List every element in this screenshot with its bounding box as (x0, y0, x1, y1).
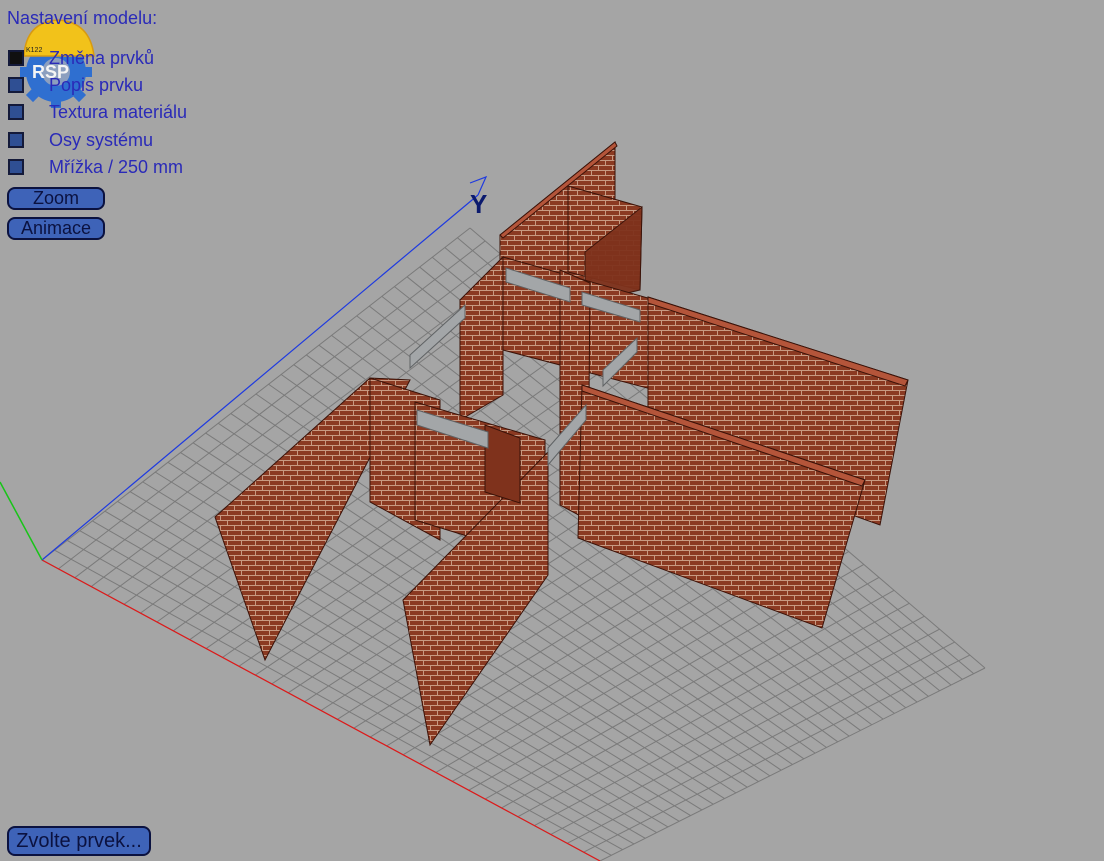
wall-left-middle (459, 255, 504, 421)
option-grid[interactable]: Mřížka / 250 mm (8, 157, 183, 177)
element-description-label: Popis prvku (49, 74, 144, 95)
panel-title: Nastavení modelu: (7, 8, 158, 28)
choose-element-button[interactable]: Zvolte prvek... (7, 826, 151, 856)
wall-inner-side (484, 424, 521, 504)
viewport-3d[interactable]: Y (0, 0, 1104, 861)
element-description-checkbox[interactable] (8, 77, 24, 93)
change-elements-label: Změna prvků (49, 47, 155, 68)
animation-button[interactable]: Animace (7, 217, 105, 240)
option-change-elements[interactable]: Změna prvků (8, 48, 154, 68)
option-material-texture[interactable]: Textura materiálu (8, 102, 187, 122)
grid-line (599, 667, 986, 861)
grid-line (517, 602, 910, 818)
axis-z-line (0, 481, 43, 561)
grid-line (583, 654, 971, 853)
grid-line (566, 641, 955, 844)
material-texture-checkbox[interactable] (8, 104, 24, 120)
zoom-button[interactable]: Zoom (7, 187, 105, 210)
option-element-description[interactable]: Popis prvku (8, 75, 143, 95)
change-elements-checkbox[interactable] (8, 50, 24, 66)
material-texture-label: Textura materiálu (49, 101, 188, 122)
grid-label: Mřížka / 250 mm (49, 156, 184, 177)
system-axes-label: Osy systému (49, 129, 154, 150)
option-system-axes[interactable]: Osy systému (8, 130, 153, 150)
system-axes-checkbox[interactable] (8, 132, 24, 148)
grid-checkbox[interactable] (8, 159, 24, 175)
